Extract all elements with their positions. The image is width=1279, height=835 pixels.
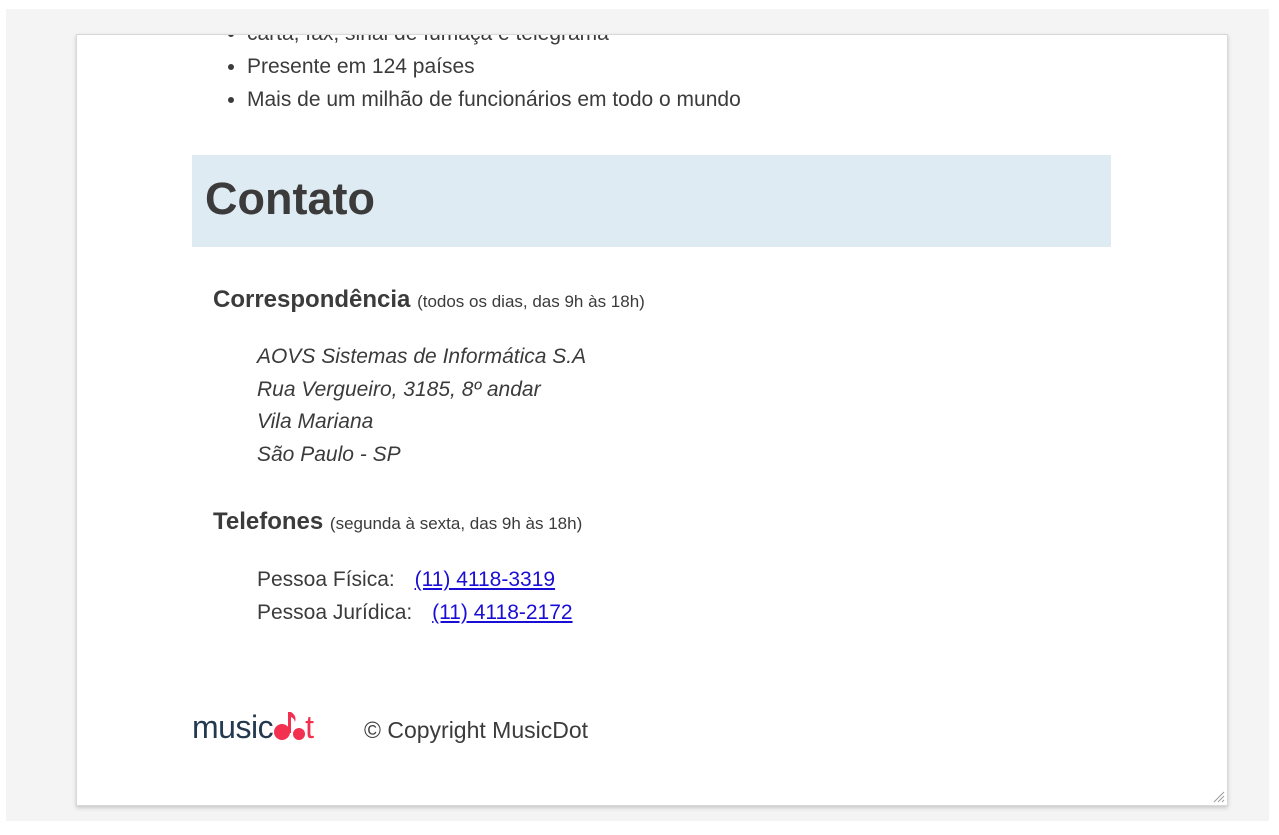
musicdot-logo: music t xyxy=(192,701,342,747)
address-line: São Paulo - SP xyxy=(257,442,401,466)
address-line: AOVS Sistemas de Informática S.A xyxy=(257,345,587,368)
logo-text-start: music xyxy=(192,709,274,745)
phones-heading: Telefones (segunda à sexta, das 9h às 18… xyxy=(213,507,582,539)
list-item: Mais de um milhão de funcionários em tod… xyxy=(247,83,741,116)
phone-row-pessoa-fisica: Pessoa Física: (11) 4118-3319 xyxy=(257,563,573,596)
mail-heading: Correspondência (todos os dias, das 9h à… xyxy=(213,285,645,317)
phone-list: Pessoa Física: (11) 4118-3319 Pessoa Jur… xyxy=(257,563,573,629)
phone-link-pessoa-juridica[interactable]: (11) 4118-2172 xyxy=(432,601,573,624)
features-list: carta, fax, sinal de fumaça e telegrama … xyxy=(225,35,741,116)
logo-wordmark: music t xyxy=(192,707,314,747)
address-line: Rua Vergueiro, 3185, 8º andar xyxy=(257,377,541,401)
contact-title: Contato xyxy=(205,173,375,224)
footer: music t © Copyright MusicDot xyxy=(192,701,792,751)
mail-hours-note: (todos os dias, das 9h às 18h) xyxy=(417,292,645,311)
phones-hours-note: (segunda à sexta, das 9h às 18h) xyxy=(329,514,583,533)
postal-address: AOVS Sistemas de Informática S.A Rua Ver… xyxy=(257,341,586,471)
list-item: carta, fax, sinal de fumaça e telegrama xyxy=(247,35,741,50)
phone-row-pessoa-juridica: Pessoa Jurídica: (11) 4118-2172 xyxy=(257,596,573,629)
mail-heading-label: Correspondência xyxy=(213,286,411,313)
logo-text-end: t xyxy=(305,709,314,745)
page-background: carta, fax, sinal de fumaça e telegrama … xyxy=(6,9,1269,821)
list-item: Presente em 124 países xyxy=(247,50,741,83)
logo-note-icon xyxy=(274,712,306,740)
resize-handle-icon[interactable] xyxy=(1211,789,1225,803)
phone-label: Pessoa Física: xyxy=(257,568,395,591)
contact-header-bar: Contato xyxy=(192,155,1111,247)
phone-label: Pessoa Jurídica: xyxy=(257,601,413,624)
copyright-text: © Copyright MusicDot xyxy=(364,717,589,743)
phones-heading-label: Telefones xyxy=(213,508,324,535)
address-line: Vila Mariana xyxy=(257,410,374,433)
phone-link-pessoa-fisica[interactable]: (11) 4118-3319 xyxy=(415,568,556,591)
content-frame[interactable]: carta, fax, sinal de fumaça e telegrama … xyxy=(76,34,1228,806)
